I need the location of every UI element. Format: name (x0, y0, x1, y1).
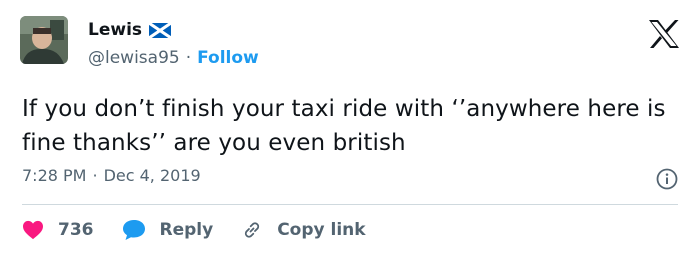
tweet-meta: 7:28 PM · Dec 4, 2019 (22, 166, 201, 185)
user-name-row: Lewis (88, 20, 172, 40)
copy-link-button[interactable]: Copy link (241, 219, 366, 241)
tweet-time[interactable]: 7:28 PM (22, 166, 86, 185)
separator-dot: · (185, 48, 192, 68)
reply-label: Reply (159, 220, 214, 240)
link-icon (245, 222, 260, 238)
avatar[interactable] (20, 16, 68, 64)
scotland-flag-icon (148, 21, 172, 39)
copy-link-label: Copy link (277, 220, 366, 240)
tweet-card: Lewis @lewisa95 · Follow If you don’t fi… (0, 0, 700, 256)
heart-icon (23, 220, 43, 240)
tweet-text: If you don’t finish your taxi ride with … (22, 96, 666, 156)
follow-button[interactable]: Follow (197, 48, 259, 68)
reply-button[interactable]: Reply (122, 219, 214, 241)
divider (22, 204, 678, 205)
action-bar: 736 Reply Copy link (22, 215, 394, 245)
info-icon[interactable] (656, 168, 678, 190)
user-name[interactable]: Lewis (88, 20, 142, 40)
meta-separator: · (92, 166, 98, 185)
handle-row: @lewisa95 · Follow (88, 48, 259, 68)
user-handle[interactable]: @lewisa95 (88, 48, 180, 68)
x-logo-icon[interactable] (648, 20, 680, 48)
tweet-date[interactable]: Dec 4, 2019 (104, 166, 201, 185)
like-count: 736 (58, 220, 94, 240)
reply-bubble-icon (122, 220, 145, 240)
like-button[interactable]: 736 (22, 220, 94, 240)
